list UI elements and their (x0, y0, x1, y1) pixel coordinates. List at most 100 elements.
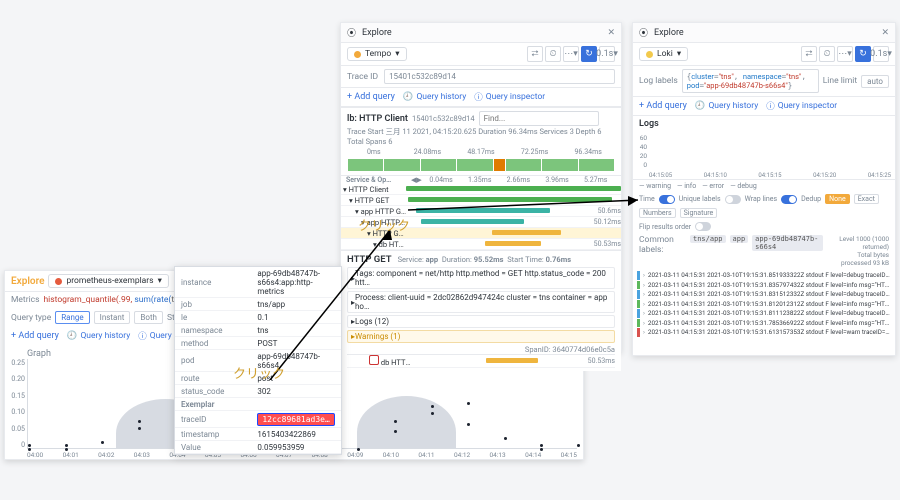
trace-span-row[interactable]: ▾ HTTP GET (341, 195, 621, 206)
loki-datasource-label: Loki (657, 49, 673, 59)
loki-legend: — warning — info — error — debug (633, 180, 895, 192)
run-query-button[interactable]: ↻ (855, 46, 871, 62)
dedup-none[interactable]: None (825, 194, 850, 204)
toggle-unique[interactable] (725, 195, 741, 204)
action-icon[interactable]: ⋯▾ (563, 46, 579, 62)
trace-id-label: Trace ID (347, 72, 378, 82)
span-bottom-ms: 50.53ms (588, 357, 615, 365)
result-stats: Level 1000 (1000 returned) Total bytes p… (827, 235, 889, 267)
trace-span-row[interactable]: ▾ HTTP Client (341, 184, 621, 195)
add-query-button[interactable]: + Add query (639, 101, 687, 111)
trace-id-sublabel: 15401c532c89d14 (412, 114, 475, 123)
toggle-flip[interactable] (695, 222, 711, 231)
trace-title: lb: HTTP Client (347, 114, 408, 124)
log-lines: ›2021-03-11 04:15:31 2021-03-10T19:15:31… (633, 269, 895, 355)
prom-datasource-label: prometheus-exemplars (66, 276, 153, 286)
trace-meta-line: Trace Start 三月 11 2021, 04:15:20.625 Dur… (347, 126, 615, 146)
span-title: HTTP GET (347, 254, 392, 265)
split-icon[interactable]: ⮂ (527, 46, 543, 62)
log-line[interactable]: ›2021-03-11 04:15:31 2021-03-10T19:15:31… (637, 290, 891, 299)
toggle-wrap[interactable] (781, 195, 797, 204)
time-picker[interactable]: ⏲ (545, 46, 561, 62)
log-labels-input[interactable]: {cluster="tns", namespace="tns", pod="ap… (682, 69, 819, 93)
chevron-down-icon: ▾ (677, 49, 681, 59)
query-history-button[interactable]: 🕘 Query history (403, 92, 466, 102)
loki-datasource-picker[interactable]: Loki ▾ (639, 47, 688, 61)
linelimit-value[interactable]: auto (861, 75, 889, 88)
tempo-header: ⦿ Explore ✕ (341, 23, 621, 43)
span-bottom-name[interactable]: db HTTP G… (347, 355, 412, 367)
common-labels-label: Common labels: (639, 235, 686, 255)
span-meta: Service: app Duration: 95.52ms Start Tim… (398, 255, 571, 264)
query-inspector-button[interactable]: ⓘ Query inspector (766, 100, 837, 112)
tempo-ds-icon (354, 51, 361, 58)
db-span-icon (369, 355, 379, 365)
qtype-both[interactable]: Both (134, 311, 163, 324)
common-labels-row: Common labels: tns/app app app-69db48747… (633, 233, 895, 269)
interval-picker[interactable]: 0.1s▾ (599, 46, 615, 62)
log-line[interactable]: ›2021-03-11 04:15:31 2021-03-10T19:15:31… (637, 309, 891, 318)
interval-picker[interactable]: 0.1s▾ (873, 46, 889, 62)
trace-minimap[interactable] (347, 158, 615, 172)
log-line[interactable]: ›2021-03-11 04:15:31 2021-03-10T19:15:31… (637, 319, 891, 328)
time-picker[interactable]: ⏲ (819, 46, 835, 62)
logs-section-title: Logs (633, 116, 895, 132)
explore-label: Explore (654, 28, 684, 38)
query-type-label: Query type (11, 313, 51, 323)
dedup-signature[interactable]: Signature (680, 208, 718, 218)
span-tags-row[interactable]: ▸ Tags: component = net/http http.method… (347, 267, 615, 289)
close-icon[interactable]: ✕ (607, 28, 615, 38)
log-line[interactable]: ›2021-03-11 04:15:31 2021-03-10T19:15:31… (637, 281, 891, 290)
query-history-button[interactable]: 🕘 Query history (67, 331, 130, 341)
prom-datasource-picker[interactable]: prometheus-exemplars ▾ (48, 274, 168, 288)
explore-label: Explore (362, 28, 392, 38)
opt-unique-label: Unique labels (679, 195, 721, 203)
trace-span-row[interactable]: ▾ db HTTP G…50.53ms (341, 239, 621, 250)
opt-dedup-label: Dedup (801, 195, 821, 203)
loki-panel: ⦿ Explore ✕ Loki ▾ ⮂ ⏲ ⋯▾ ↻ 0.1s▾ Log la… (632, 22, 896, 356)
click-annotation-1: クリック (233, 363, 285, 382)
loki-header: ⦿ Explore ✕ (633, 23, 895, 43)
prom-ds-icon (55, 278, 62, 285)
log-line[interactable]: ›2021-03-11 04:15:31 2021-03-10T19:15:31… (637, 271, 891, 280)
log-line[interactable]: ›2021-03-11 04:15:31 2021-03-10T19:15:31… (637, 300, 891, 309)
span-process-row[interactable]: ▸ Process: client-uuid = 2dc02862d947424… (347, 291, 615, 313)
dedup-numbers[interactable]: Numbers (639, 208, 676, 218)
split-icon[interactable]: ⮂ (801, 46, 817, 62)
exemplar-tooltip: instanceapp-69db48747b-s66s4:app:http-me… (174, 266, 342, 455)
metrics-label: Metrics (11, 295, 40, 305)
flip-results-label: Flip results order (639, 223, 691, 231)
opt-wrap-label: Wrap lines (745, 195, 777, 203)
chevron-down-icon: ▾ (158, 276, 162, 286)
compass-icon: ⦿ (347, 26, 356, 39)
span-warnings-row[interactable]: ▸ Warnings (1) (347, 330, 615, 343)
explore-label-prom: Explore (11, 276, 44, 287)
add-query-button[interactable]: + Add query (11, 331, 59, 341)
trace-id-badge[interactable]: 12cc89681ad3e… (257, 413, 334, 426)
compass-icon: ⦿ (639, 26, 648, 39)
tempo-datasource-picker[interactable]: Tempo ▾ (347, 47, 407, 61)
query-inspector-button[interactable]: ⓘ Query inspector (474, 91, 545, 103)
run-query-button[interactable]: ↻ (581, 46, 597, 62)
tempo-datasource-label: Tempo (365, 49, 391, 59)
toggle-time[interactable] (659, 195, 675, 204)
loki-ds-icon (646, 51, 653, 58)
log-labels-label: Log labels (639, 76, 678, 86)
log-line[interactable]: ›2021-03-11 04:15:31 2021-03-10T19:15:31… (637, 328, 891, 337)
opt-time-label: Time (639, 195, 655, 203)
linelimit-label: Line limit (823, 76, 857, 86)
svc-column-header: Service & Op… (346, 176, 411, 184)
span-logs-row[interactable]: ▸ Logs (12) (347, 315, 615, 328)
action-icon[interactable]: ⋯▾ (837, 46, 853, 62)
tempo-panel: ⦿ Explore ✕ Tempo ▾ ⮂ ⏲ ⋯▾ ↻ 0.1s▾ Trace… (340, 22, 622, 352)
chevron-down-icon: ▾ (395, 49, 399, 59)
close-icon[interactable]: ✕ (881, 28, 889, 38)
qtype-range[interactable]: Range (55, 311, 89, 324)
query-history-button[interactable]: 🕘 Query history (695, 101, 758, 111)
trace-find-input[interactable] (479, 111, 599, 126)
trace-id-input[interactable]: 15401c532c89d14 (384, 69, 615, 84)
dedup-exact[interactable]: Exact (854, 194, 879, 204)
add-query-button[interactable]: + Add query (347, 92, 395, 102)
span-id-label: SpanID: 3640774d06e0c5a (347, 345, 615, 354)
qtype-instant[interactable]: Instant (94, 311, 131, 324)
